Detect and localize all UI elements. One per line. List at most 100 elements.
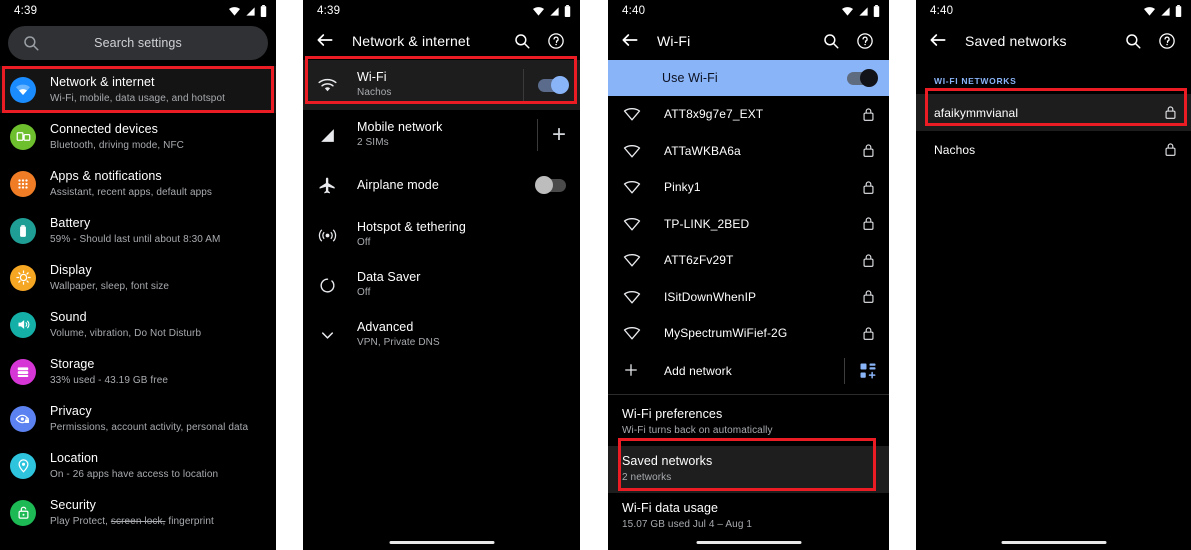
devices-icon: [10, 123, 36, 150]
pref-saved-networks[interactable]: Saved networks 2 networks: [608, 445, 889, 493]
sidebar-item-text: Sound Volume, vibration, Do Not Disturb: [50, 308, 201, 341]
search-icon[interactable]: [822, 32, 841, 51]
saved-network-name: afaikymmvianal: [934, 105, 1019, 120]
pref-mobile-network[interactable]: Mobile network 2 SIMs +: [303, 110, 580, 160]
sidebar-item-sound[interactable]: Sound Volume, vibration, Do Not Disturb: [0, 301, 276, 348]
lock-icon: [862, 289, 875, 304]
saved-network-row[interactable]: Nachos: [916, 131, 1191, 168]
sidebar-item-connected-devices[interactable]: Connected devices Bluetooth, driving mod…: [0, 113, 276, 160]
use-wifi-label: Use Wi-Fi: [662, 71, 718, 85]
airplane-mode-toggle[interactable]: [535, 176, 566, 194]
help-icon[interactable]: [1158, 32, 1177, 51]
pref-text: Data Saver Off: [357, 270, 566, 300]
help-icon[interactable]: [856, 32, 875, 51]
use-wifi-row[interactable]: Use Wi-Fi: [608, 60, 889, 96]
wifi-network-name: ATT8x9g7e7_EXT: [664, 107, 764, 122]
wifi-network-row[interactable]: MySpectrumWiFief-2G: [608, 315, 889, 352]
battery-icon: [564, 5, 571, 17]
sidebar-item-location[interactable]: Location On - 26 apps have access to loc…: [0, 442, 276, 489]
use-wifi-toggle[interactable]: [847, 69, 878, 87]
sidebar-item-text: Privacy Permissions, account activity, p…: [50, 402, 248, 435]
saved-network-name: Nachos: [934, 142, 976, 157]
sidebar-item-battery[interactable]: Battery 59% - Should last until about 8:…: [0, 207, 276, 254]
lock-icon: [862, 253, 875, 268]
location-pin-icon: [10, 452, 36, 479]
divider: [844, 357, 845, 384]
pref-tail: [535, 176, 566, 194]
signal-icon: [245, 6, 256, 17]
app-bar: Wi-Fi: [608, 22, 889, 60]
pref-text: Wi-Fi Nachos: [357, 70, 523, 100]
add-network-label: Add network: [664, 363, 732, 378]
panel-wifi: 4:40 Wi-Fi Use Wi-Fi ATT8x9g7e7_EXT ATTa…: [608, 0, 889, 550]
search-settings-bar[interactable]: Search settings: [8, 26, 268, 60]
wifi-network-row[interactable]: Pinky1: [608, 169, 889, 206]
add-network-row[interactable]: Add network: [608, 352, 889, 390]
pref-sublabel: Off: [357, 237, 371, 248]
pref-sublabel: VPN, Private DNS: [357, 337, 440, 348]
wifi-icon: [10, 76, 36, 103]
wifi-network-row[interactable]: ATT8x9g7e7_EXT: [608, 96, 889, 133]
back-arrow-icon[interactable]: [620, 30, 642, 52]
search-icon[interactable]: [1124, 32, 1143, 51]
search-icon[interactable]: [513, 32, 532, 51]
pref-text: Mobile network 2 SIMs: [357, 120, 537, 150]
sidebar-item-apps-notifications[interactable]: Apps & notifications Assistant, recent a…: [0, 160, 276, 207]
help-icon[interactable]: [547, 32, 566, 51]
sidebar-item-storage[interactable]: Storage 33% used - 43.19 GB free: [0, 348, 276, 395]
wifi-icon: [532, 6, 545, 17]
divider: [523, 69, 524, 101]
back-arrow-icon[interactable]: [315, 30, 337, 52]
lock-icon: [862, 326, 875, 341]
pref-sublabel: 2 SIMs: [357, 137, 389, 148]
wifi-toggle[interactable]: [538, 76, 569, 94]
sidebar-item-network-internet[interactable]: Network & internet Wi-Fi, mobile, data u…: [0, 66, 276, 113]
panel-gap-1: [276, 0, 303, 550]
pref-wifi-preferences[interactable]: Wi-Fi preferences Wi-Fi turns back on au…: [608, 399, 889, 446]
pref-label: Wi-Fi: [357, 70, 387, 84]
volume-icon: [10, 311, 36, 338]
multi-panel-screenshot: 4:39 Search settings Network & internet …: [0, 0, 1191, 550]
saved-network-row[interactable]: afaikymmvianal: [916, 94, 1191, 131]
wifi-icon: [1143, 6, 1156, 17]
sidebar-item-text: Connected devices Bluetooth, driving mod…: [50, 120, 184, 153]
storage-icon: [10, 358, 36, 385]
pref-advanced[interactable]: Advanced VPN, Private DNS: [303, 310, 580, 360]
qr-scan-icon[interactable]: [859, 362, 877, 380]
app-bar-actions: [513, 32, 566, 51]
home-gesture-bar: [1001, 541, 1106, 544]
wifi-network-row[interactable]: ATTaWKBA6a: [608, 133, 889, 170]
page-title: Wi-Fi: [657, 33, 691, 49]
pref-text: Advanced VPN, Private DNS: [357, 320, 566, 350]
sidebar-item-privacy[interactable]: Privacy Permissions, account activity, p…: [0, 395, 276, 442]
pref-wifi[interactable]: Wi-Fi Nachos: [303, 60, 580, 110]
wifi-network-row[interactable]: ISitDownWhenIP: [608, 279, 889, 316]
home-gesture-bar: [696, 541, 801, 544]
app-bar-actions: [1124, 32, 1177, 51]
pref-wifi-data-usage[interactable]: Wi-Fi data usage 15.07 GB used Jul 4 – A…: [608, 493, 889, 540]
add-sim-button[interactable]: +: [552, 123, 566, 147]
sidebar-item-sublabel: 59% - Should last until about 8:30 AM: [50, 234, 221, 245]
sidebar-item-text: Location On - 26 apps have access to loc…: [50, 449, 218, 482]
pref-sublabel: 15.07 GB used Jul 4 – Aug 1: [622, 518, 753, 530]
sidebar-item-security[interactable]: Security Play Protect, screen lock, fing…: [0, 489, 276, 536]
pref-label: Advanced: [357, 320, 414, 334]
sidebar-item-sublabel: Bluetooth, driving mode, NFC: [50, 140, 184, 151]
search-input[interactable]: Search settings: [40, 36, 236, 50]
panel-settings: 4:39 Search settings Network & internet …: [0, 0, 276, 550]
search-icon: [22, 34, 40, 52]
plus-icon: [622, 361, 642, 381]
divider: [536, 119, 538, 151]
panel-gap-3: [889, 0, 916, 550]
wifi-network-row[interactable]: TP-LINK_2BED: [608, 206, 889, 243]
wifi-network-row[interactable]: ATT6zFv29T: [608, 242, 889, 279]
lock-icon: [862, 180, 875, 195]
wifi-network-name: ATT6zFv29T: [664, 253, 734, 268]
sidebar-item-text: Storage 33% used - 43.19 GB free: [50, 355, 168, 388]
back-arrow-icon[interactable]: [928, 30, 950, 52]
toggle-knob: [535, 176, 553, 194]
pref-hotspot-tethering[interactable]: Hotspot & tethering Off: [303, 210, 580, 260]
sidebar-item-display[interactable]: Display Wallpaper, sleep, font size: [0, 254, 276, 301]
pref-airplane-mode[interactable]: Airplane mode: [303, 160, 580, 210]
pref-data-saver[interactable]: Data Saver Off: [303, 260, 580, 310]
